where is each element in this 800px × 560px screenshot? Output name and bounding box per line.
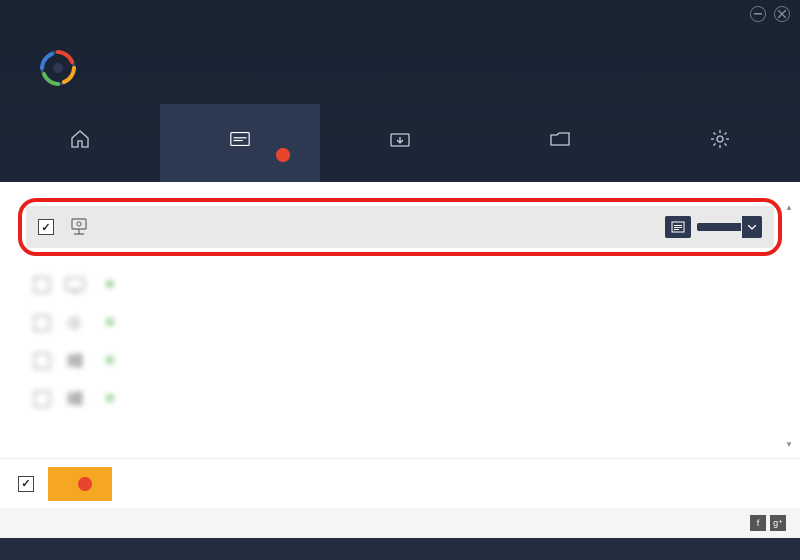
update-dropdown[interactable] (742, 216, 762, 238)
list-item (18, 304, 782, 342)
backup-icon (389, 130, 411, 148)
download-install-button[interactable] (48, 467, 112, 501)
footer: f g⁺ (0, 508, 800, 538)
row-checkbox[interactable] (34, 353, 50, 369)
app-window: ▴ ▾ f g⁺ (0, 0, 800, 560)
nav-driver-updates[interactable] (160, 104, 320, 182)
list-item (18, 380, 782, 418)
content-panel: ▴ ▾ (0, 182, 800, 508)
facebook-icon[interactable]: f (750, 515, 766, 531)
settings-icon (709, 130, 731, 148)
nav-tabs (0, 104, 800, 182)
updates-badge (276, 148, 290, 162)
titlebar (0, 0, 800, 28)
minimize-button[interactable] (750, 6, 766, 22)
google-plus-icon[interactable]: g⁺ (770, 515, 786, 531)
chevron-down-icon (748, 225, 756, 230)
nav-settings[interactable] (640, 104, 800, 182)
windows-device-icon (64, 350, 86, 372)
nav-home[interactable] (0, 104, 160, 182)
home-icon (69, 130, 91, 148)
download-badge (78, 477, 92, 491)
list-item (18, 266, 782, 304)
restore-icon (549, 130, 571, 148)
display-device-icon (64, 274, 86, 296)
driver-row (26, 206, 774, 248)
updates-icon (229, 130, 251, 148)
scrollbar[interactable]: ▴ ▾ (782, 202, 796, 450)
windows-device-icon (64, 388, 86, 410)
scroll-down-icon[interactable]: ▾ (787, 439, 792, 450)
app-logo-icon (36, 46, 80, 90)
audio-device-icon (64, 312, 86, 334)
nav-backup[interactable] (320, 104, 480, 182)
row-checkbox[interactable] (34, 277, 50, 293)
row-checkbox[interactable] (34, 315, 50, 331)
list-item (18, 342, 782, 380)
close-button[interactable] (774, 6, 790, 22)
bottom-bar (0, 458, 800, 508)
brand-header (0, 28, 800, 96)
row-checkbox[interactable] (38, 219, 54, 235)
row-checkbox[interactable] (34, 391, 50, 407)
row-details-button[interactable] (665, 216, 691, 238)
nav-restore[interactable] (480, 104, 640, 182)
scroll-up-icon[interactable]: ▴ (787, 202, 792, 213)
network-device-icon (68, 216, 90, 238)
update-button[interactable] (697, 223, 741, 231)
select-all-checkbox[interactable] (18, 476, 34, 492)
highlighted-row (18, 198, 782, 256)
